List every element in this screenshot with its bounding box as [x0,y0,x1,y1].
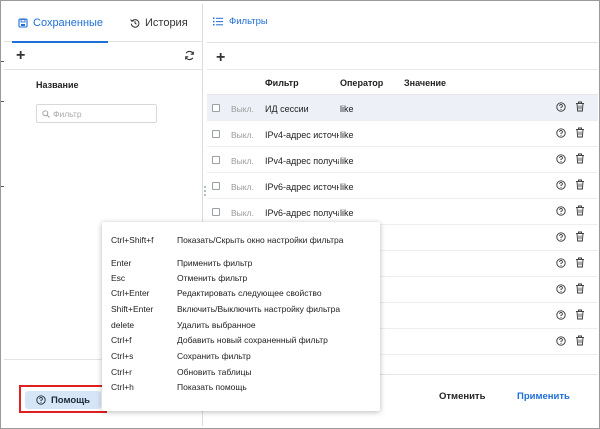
panel-resize-handle[interactable] [204,186,206,200]
row-state: Выкл. [231,208,254,218]
filters-title: Фильтры [213,16,268,27]
shortcut-description: Редактировать следующее свойство [177,288,322,298]
add-saved-filter-button[interactable]: + [16,48,25,64]
shortcut-description: Показать помощь [177,382,247,392]
help-icon[interactable] [556,180,566,192]
shortcut-key: Enter [111,258,132,268]
row-checkbox[interactable] [212,182,220,190]
column-header-name: Название [36,80,79,90]
filters-table-header: Фильтр Оператор Значение [207,69,598,95]
help-shortcuts-popup: Ctrl+Shift+f Показать/Скрыть окно настрой… [102,222,380,411]
table-row[interactable]: Выкл. IPv4-адрес получателяlike [207,147,598,173]
shortcut-description: Удалить выбранное [177,320,256,330]
help-icon[interactable] [556,102,566,114]
help-button[interactable]: Помощь [25,391,101,409]
row-filter: IPv4-адрес источника [265,130,339,140]
shortcut-key: Shift+Enter [111,304,154,314]
tab-history[interactable]: История [130,4,188,42]
shortcut-description: Применить фильтр [177,258,253,268]
row-operator: like [340,208,354,218]
trash-icon[interactable] [575,257,585,270]
trash-icon[interactable] [575,309,585,322]
help-icon[interactable] [556,128,566,140]
shortcut-key: Ctrl+r [111,367,133,377]
saved-toolbar: + [4,44,203,70]
help-icon[interactable] [556,284,566,296]
trash-icon[interactable] [575,101,585,114]
search-placeholder: Фильтр [53,108,82,119]
shortcut-description: Отменить фильтр [177,273,248,283]
row-filter: IPv4-адрес получателя [265,156,339,166]
history-icon [130,19,140,28]
shortcut-key: Ctrl+f [111,335,132,345]
saved-filter-search-input[interactable]: Фильтр [36,104,157,123]
help-icon[interactable] [556,232,566,244]
row-state: Выкл. [231,156,254,166]
table-row[interactable]: Выкл. ИД сессии like [207,95,598,121]
tab-history-label: История [145,17,188,29]
shortcut-key: Ctrl+Enter [111,288,150,298]
trash-icon[interactable] [575,231,585,244]
row-state: Выкл. [231,104,254,114]
shortcut-description: Включить/Выключить настройку фильтра [177,304,341,314]
row-checkbox[interactable] [212,104,220,112]
row-checkbox[interactable] [212,130,220,138]
list-icon [213,17,223,26]
apply-button[interactable]: Применить [517,391,570,402]
active-tab-indicator [12,41,108,43]
left-tabs: Сохраненные История [4,4,203,43]
tab-saved[interactable]: Сохраненные [12,4,108,43]
row-operator: like [340,182,354,192]
row-filter: IPv6-адрес источника [265,182,339,192]
row-filter: ИД сессии [265,104,309,114]
shortcut-description: Обновить таблицы [177,367,252,377]
row-operator: like [340,104,354,114]
trash-icon[interactable] [575,179,585,192]
shortcut-key: Ctrl+Shift+f [111,235,154,245]
shortcut-description: Сохранить фильтр [177,351,251,361]
shortcut-key: Ctrl+h [111,382,134,392]
column-header-value: Значение [404,78,447,88]
shortcut-key: Ctrl+s [111,351,134,361]
shortcut-key: Esc [111,273,126,283]
help-icon[interactable] [556,258,566,270]
refresh-icon[interactable] [184,50,195,61]
trash-icon[interactable] [575,127,585,140]
save-icon [18,18,28,28]
row-operator: like [340,156,354,166]
question-icon [36,395,46,405]
row-state: Выкл. [231,130,254,140]
shortcut-description: Показать/Скрыть окно настройки фильтра [177,235,344,245]
table-row[interactable]: Выкл. IPv6-адрес источникаlike [207,173,598,199]
help-icon[interactable] [556,206,566,218]
column-header-filter: Фильтр [265,78,299,88]
help-icon[interactable] [556,154,566,166]
search-icon [42,109,50,118]
tab-saved-label: Сохраненные [33,17,104,29]
table-row[interactable]: Выкл. IPv4-адрес источникаlike [207,121,598,147]
help-button-label: Помощь [50,394,91,406]
row-checkbox[interactable] [212,208,220,216]
trash-icon[interactable] [575,335,585,348]
filter-settings-window: Сохраненные История + Название Фильтр По… [0,0,600,429]
help-button-highlight: Помощь [19,385,107,413]
divider [207,42,598,43]
row-operator: like [340,130,354,140]
help-icon[interactable] [556,310,566,322]
shortcut-key: delete [111,320,135,330]
shortcut-description: Добавить новый сохраненный фильтр [177,335,328,345]
row-checkbox[interactable] [212,156,220,164]
row-state: Выкл. [231,182,254,192]
help-icon[interactable] [556,336,566,348]
add-filter-button[interactable]: + [216,50,225,66]
row-filter: IPv6-адрес получателя [265,208,339,218]
trash-icon[interactable] [575,283,585,296]
filters-title-label: Фильтры [229,16,268,27]
trash-icon[interactable] [575,153,585,166]
cancel-button[interactable]: Отменить [439,391,485,402]
column-header-operator: Оператор [340,78,384,88]
trash-icon[interactable] [575,205,585,218]
